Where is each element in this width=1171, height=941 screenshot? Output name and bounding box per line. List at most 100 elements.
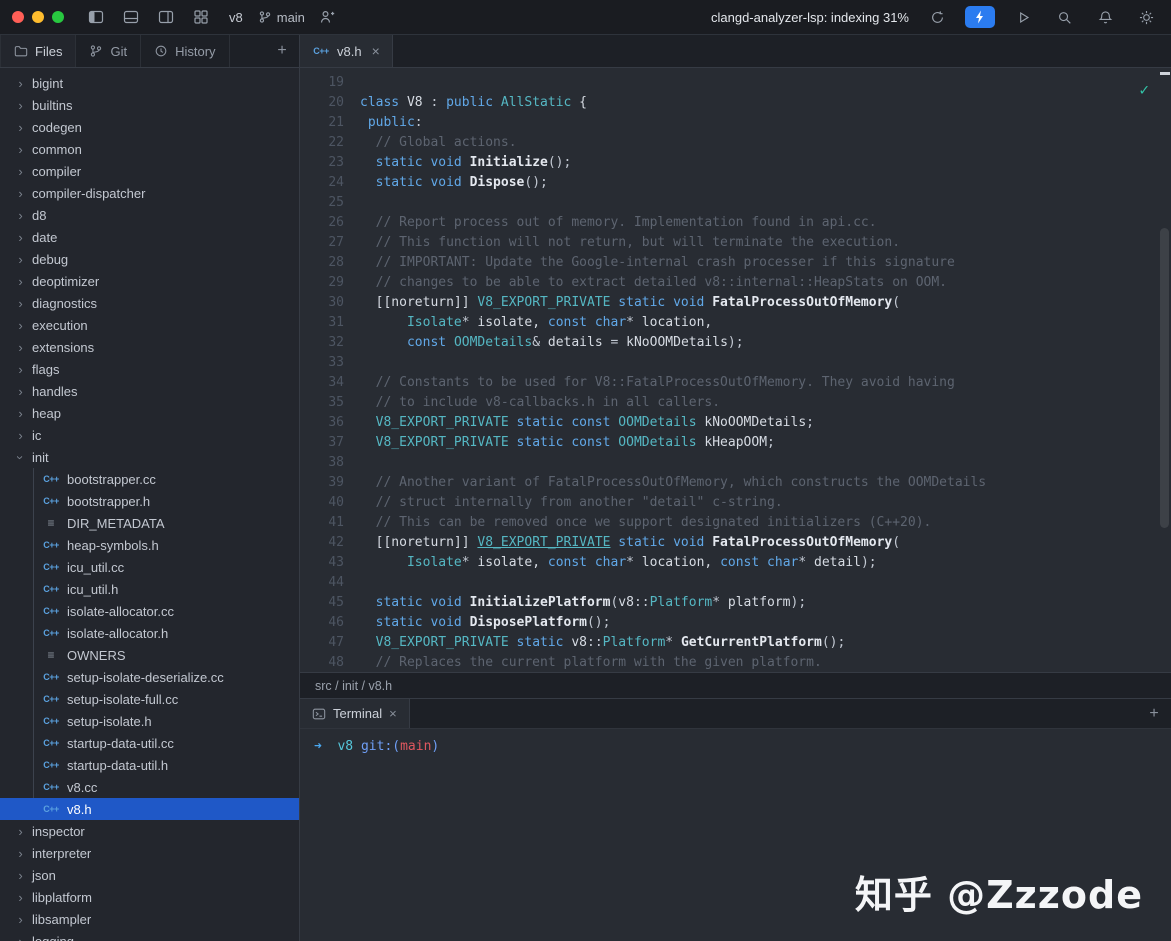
tree-folder-extensions[interactable]: › extensions bbox=[0, 336, 299, 358]
tree-folder-deoptimizer[interactable]: › deoptimizer bbox=[0, 270, 299, 292]
tree-folder-inspector[interactable]: › inspector bbox=[0, 820, 299, 842]
code-line[interactable]: 38 bbox=[300, 453, 1171, 473]
code-line[interactable]: 47 V8_EXPORT_PRIVATE static v8::Platform… bbox=[300, 633, 1171, 653]
tree-folder-ic[interactable]: › ic bbox=[0, 424, 299, 446]
tree-folder-interpreter[interactable]: › interpreter bbox=[0, 842, 299, 864]
tree-folder-libsampler[interactable]: › libsampler bbox=[0, 908, 299, 930]
code-line[interactable]: 35 // to include v8-callbacks.h in all c… bbox=[300, 393, 1171, 413]
tree-folder-common[interactable]: › common bbox=[0, 138, 299, 160]
code-line[interactable]: 20 class V8 : public AllStatic { bbox=[300, 93, 1171, 113]
code-line[interactable]: 24 static void Dispose(); bbox=[300, 173, 1171, 193]
run-icon[interactable] bbox=[1010, 5, 1036, 29]
assistant-button[interactable] bbox=[965, 6, 995, 28]
code-line[interactable]: 31 Isolate* isolate, const char* locatio… bbox=[300, 313, 1171, 333]
code-line[interactable]: 40 // struct internally from another "de… bbox=[300, 493, 1171, 513]
code-line[interactable]: 44 bbox=[300, 573, 1171, 593]
scrollbar-thumb[interactable] bbox=[1160, 228, 1169, 528]
code-line[interactable]: 22 // Global actions. bbox=[300, 133, 1171, 153]
branch-button[interactable]: main bbox=[258, 10, 305, 25]
tree-folder-handles[interactable]: › handles bbox=[0, 380, 299, 402]
code-line[interactable]: 27 // This function will not return, but… bbox=[300, 233, 1171, 253]
bell-icon[interactable] bbox=[1092, 5, 1118, 29]
tree-file-bootstrapper.cc[interactable]: C++ bootstrapper.cc bbox=[0, 468, 299, 490]
terminal-tab[interactable]: Terminal × bbox=[300, 699, 410, 728]
code-line[interactable]: 39 // Another variant of FatalProcessOut… bbox=[300, 473, 1171, 493]
grid-icon[interactable] bbox=[188, 5, 214, 29]
close-window-button[interactable] bbox=[12, 11, 24, 23]
lsp-status[interactable]: clangd-analyzer-lsp: indexing 31% bbox=[711, 10, 909, 25]
code-line[interactable]: 34 // Constants to be used for V8::Fatal… bbox=[300, 373, 1171, 393]
code-line[interactable]: 42 [[noreturn]] V8_EXPORT_PRIVATE static… bbox=[300, 533, 1171, 553]
tab-history[interactable]: History bbox=[141, 35, 230, 67]
tree-file-icu_util.h[interactable]: C++ icu_util.h bbox=[0, 578, 299, 600]
minimize-window-button[interactable] bbox=[32, 11, 44, 23]
tab-git[interactable]: Git bbox=[76, 35, 142, 67]
code-line[interactable]: 45 static void InitializePlatform(v8::Pl… bbox=[300, 593, 1171, 613]
tree-file-icu_util.cc[interactable]: C++ icu_util.cc bbox=[0, 556, 299, 578]
code-line[interactable]: 41 // This can be removed once we suppor… bbox=[300, 513, 1171, 533]
code-line[interactable]: 19 bbox=[300, 73, 1171, 93]
tree-folder-execution[interactable]: › execution bbox=[0, 314, 299, 336]
tree-folder-flags[interactable]: › flags bbox=[0, 358, 299, 380]
tree-folder-diagnostics[interactable]: › diagnostics bbox=[0, 292, 299, 314]
tree-file-startup-data-util.cc[interactable]: C++ startup-data-util.cc bbox=[0, 732, 299, 754]
project-name[interactable]: v8 bbox=[223, 10, 249, 25]
tree-folder-compiler-dispatcher[interactable]: › compiler-dispatcher bbox=[0, 182, 299, 204]
code-line[interactable]: 28 // IMPORTANT: Update the Google-inter… bbox=[300, 253, 1171, 273]
tab-files[interactable]: Files bbox=[0, 35, 77, 67]
panel-plus-button[interactable]: + bbox=[265, 35, 299, 67]
code-line[interactable]: 32 const OOMDetails& details = kNoOOMDet… bbox=[300, 333, 1171, 353]
code-editor[interactable]: 19 20 class V8 : public AllStatic {21 publ… bbox=[300, 68, 1171, 672]
breadcrumb[interactable]: src / init / v8.h bbox=[300, 672, 1171, 698]
new-terminal-button[interactable]: + bbox=[1137, 705, 1171, 723]
tree-folder-libplatform[interactable]: › libplatform bbox=[0, 886, 299, 908]
tree-file-v8.cc[interactable]: C++ v8.cc bbox=[0, 776, 299, 798]
tree-file-DIR_METADATA[interactable]: ≡ DIR_METADATA bbox=[0, 512, 299, 534]
toggle-bottom-dock-icon[interactable] bbox=[118, 5, 144, 29]
close-terminal-icon[interactable]: × bbox=[389, 706, 397, 721]
tree-file-setup-isolate.h[interactable]: C++ setup-isolate.h bbox=[0, 710, 299, 732]
tree-file-startup-data-util.h[interactable]: C++ startup-data-util.h bbox=[0, 754, 299, 776]
tree-folder-compiler[interactable]: › compiler bbox=[0, 160, 299, 182]
collab-icon[interactable] bbox=[314, 5, 340, 29]
code-line[interactable]: 37 V8_EXPORT_PRIVATE static const OOMDet… bbox=[300, 433, 1171, 453]
tree-folder-d8[interactable]: › d8 bbox=[0, 204, 299, 226]
code-line[interactable]: 43 Isolate* isolate, const char* locatio… bbox=[300, 553, 1171, 573]
search-icon[interactable] bbox=[1051, 5, 1077, 29]
zoom-window-button[interactable] bbox=[52, 11, 64, 23]
diagnostics-check-icon[interactable]: ✓ bbox=[1139, 80, 1149, 100]
tree-folder-bigint[interactable]: › bigint bbox=[0, 72, 299, 94]
tree-file-v8.h[interactable]: C++ v8.h bbox=[0, 798, 299, 820]
code-line[interactable]: 21 public: bbox=[300, 113, 1171, 133]
code-line[interactable]: 26 // Report process out of memory. Impl… bbox=[300, 213, 1171, 233]
code-line[interactable]: 30 [[noreturn]] V8_EXPORT_PRIVATE static… bbox=[300, 293, 1171, 313]
code-line[interactable]: 48 // Replaces the current platform with… bbox=[300, 653, 1171, 672]
toggle-left-dock-icon[interactable] bbox=[83, 5, 109, 29]
code-line[interactable]: 46 static void DisposePlatform(); bbox=[300, 613, 1171, 633]
gear-icon[interactable] bbox=[1133, 5, 1159, 29]
tree-file-OWNERS[interactable]: ≡ OWNERS bbox=[0, 644, 299, 666]
tree-folder-builtins[interactable]: › builtins bbox=[0, 94, 299, 116]
tree-file-isolate-allocator.h[interactable]: C++ isolate-allocator.h bbox=[0, 622, 299, 644]
code-line[interactable]: 25 bbox=[300, 193, 1171, 213]
code-line[interactable]: 23 static void Initialize(); bbox=[300, 153, 1171, 173]
tree-folder-codegen[interactable]: › codegen bbox=[0, 116, 299, 138]
code-line[interactable]: 29 // changes to be able to extract deta… bbox=[300, 273, 1171, 293]
tree-folder-logging[interactable]: › logging bbox=[0, 930, 299, 941]
tree-file-heap-symbols.h[interactable]: C++ heap-symbols.h bbox=[0, 534, 299, 556]
tree-file-setup-isolate-full.cc[interactable]: C++ setup-isolate-full.cc bbox=[0, 688, 299, 710]
code-line[interactable]: 36 V8_EXPORT_PRIVATE static const OOMDet… bbox=[300, 413, 1171, 433]
tree-file-isolate-allocator.cc[interactable]: C++ isolate-allocator.cc bbox=[0, 600, 299, 622]
editor-scrollbar[interactable] bbox=[1158, 68, 1171, 672]
code-line[interactable]: 33 bbox=[300, 353, 1171, 373]
tree-folder-init[interactable]: › init bbox=[0, 446, 299, 468]
tree-folder-debug[interactable]: › debug bbox=[0, 248, 299, 270]
tree-folder-json[interactable]: › json bbox=[0, 864, 299, 886]
tree-file-setup-isolate-deserialize.cc[interactable]: C++ setup-isolate-deserialize.cc bbox=[0, 666, 299, 688]
toggle-right-dock-icon[interactable] bbox=[153, 5, 179, 29]
tree-folder-heap[interactable]: › heap bbox=[0, 402, 299, 424]
tree-folder-date[interactable]: › date bbox=[0, 226, 299, 248]
editor-tab-v8h[interactable]: C++ v8.h × bbox=[300, 35, 393, 67]
tree-file-bootstrapper.h[interactable]: C++ bootstrapper.h bbox=[0, 490, 299, 512]
close-tab-icon[interactable]: × bbox=[372, 43, 380, 59]
